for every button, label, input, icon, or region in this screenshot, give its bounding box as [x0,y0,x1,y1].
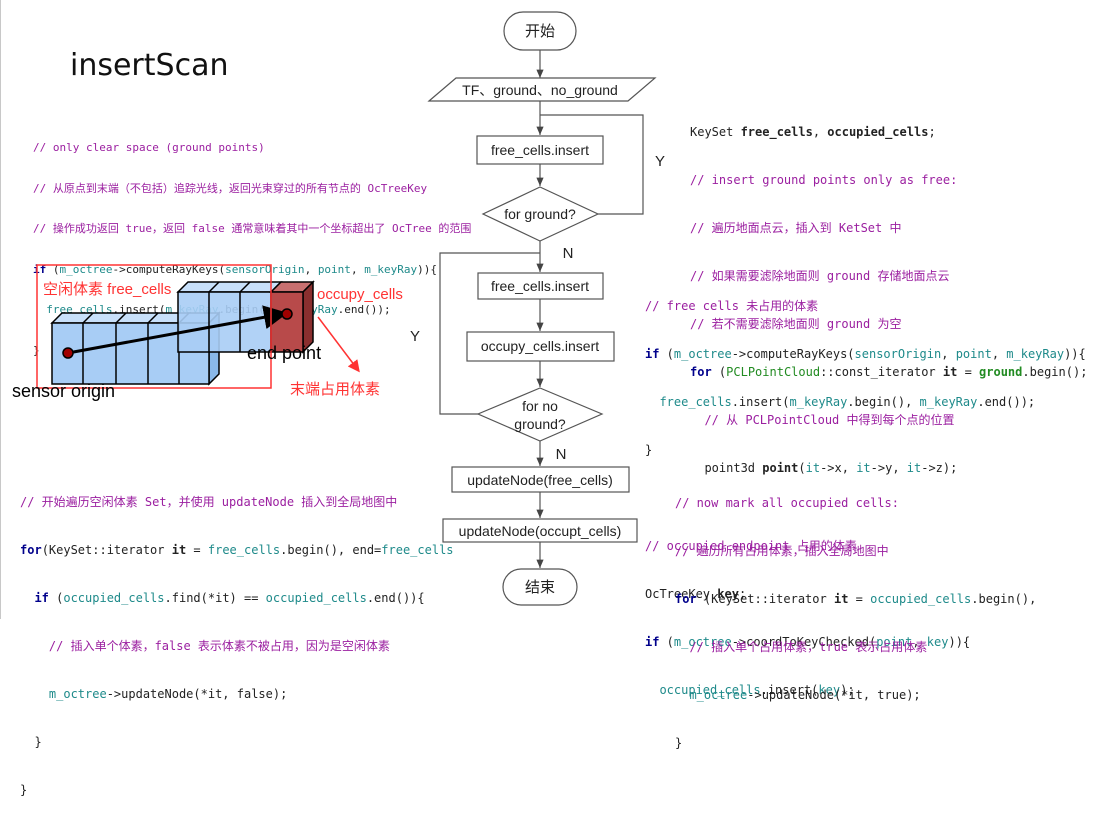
code-line: } [675,736,683,750]
decision1-no-label: N [563,245,574,262]
decision1-label: for ground? [504,206,576,222]
code-line: // 插入单个占用体素，true 表示占用体素 [675,640,928,654]
flowchart: 开始 TF、ground、no_ground free_cells.insert… [410,11,665,606]
decision2-yes-label: Y [410,328,420,345]
decision2-label-line2: ground? [514,416,566,432]
input-label: TF、ground、no_ground [462,82,618,98]
code-line: // 插入单个体素，false 表示体素不被占用，因为是空闲体素 [20,639,390,653]
decision2-label-line1: for no [522,398,558,414]
step1-label: free_cells.insert [491,142,589,158]
code-line: } [20,783,28,797]
code-line: } [20,735,42,749]
step5-label: updateNode(occupt_cells) [459,523,622,539]
step4-label: updateNode(free_cells) [467,472,613,488]
start-label: 开始 [525,23,555,40]
for-no-ground-decision [476,387,604,442]
end-label: 结束 [525,579,555,596]
step2-label: free_cells.insert [491,278,589,294]
code-line: m_octree->updateNode(*it, false); [48,687,288,701]
decision1-yes-label: Y [655,153,665,170]
code-line: m_octree->updateNode(*it, true); [689,688,921,702]
step3-label: occupy_cells.insert [481,338,599,354]
decision2-no-label: N [556,446,567,463]
